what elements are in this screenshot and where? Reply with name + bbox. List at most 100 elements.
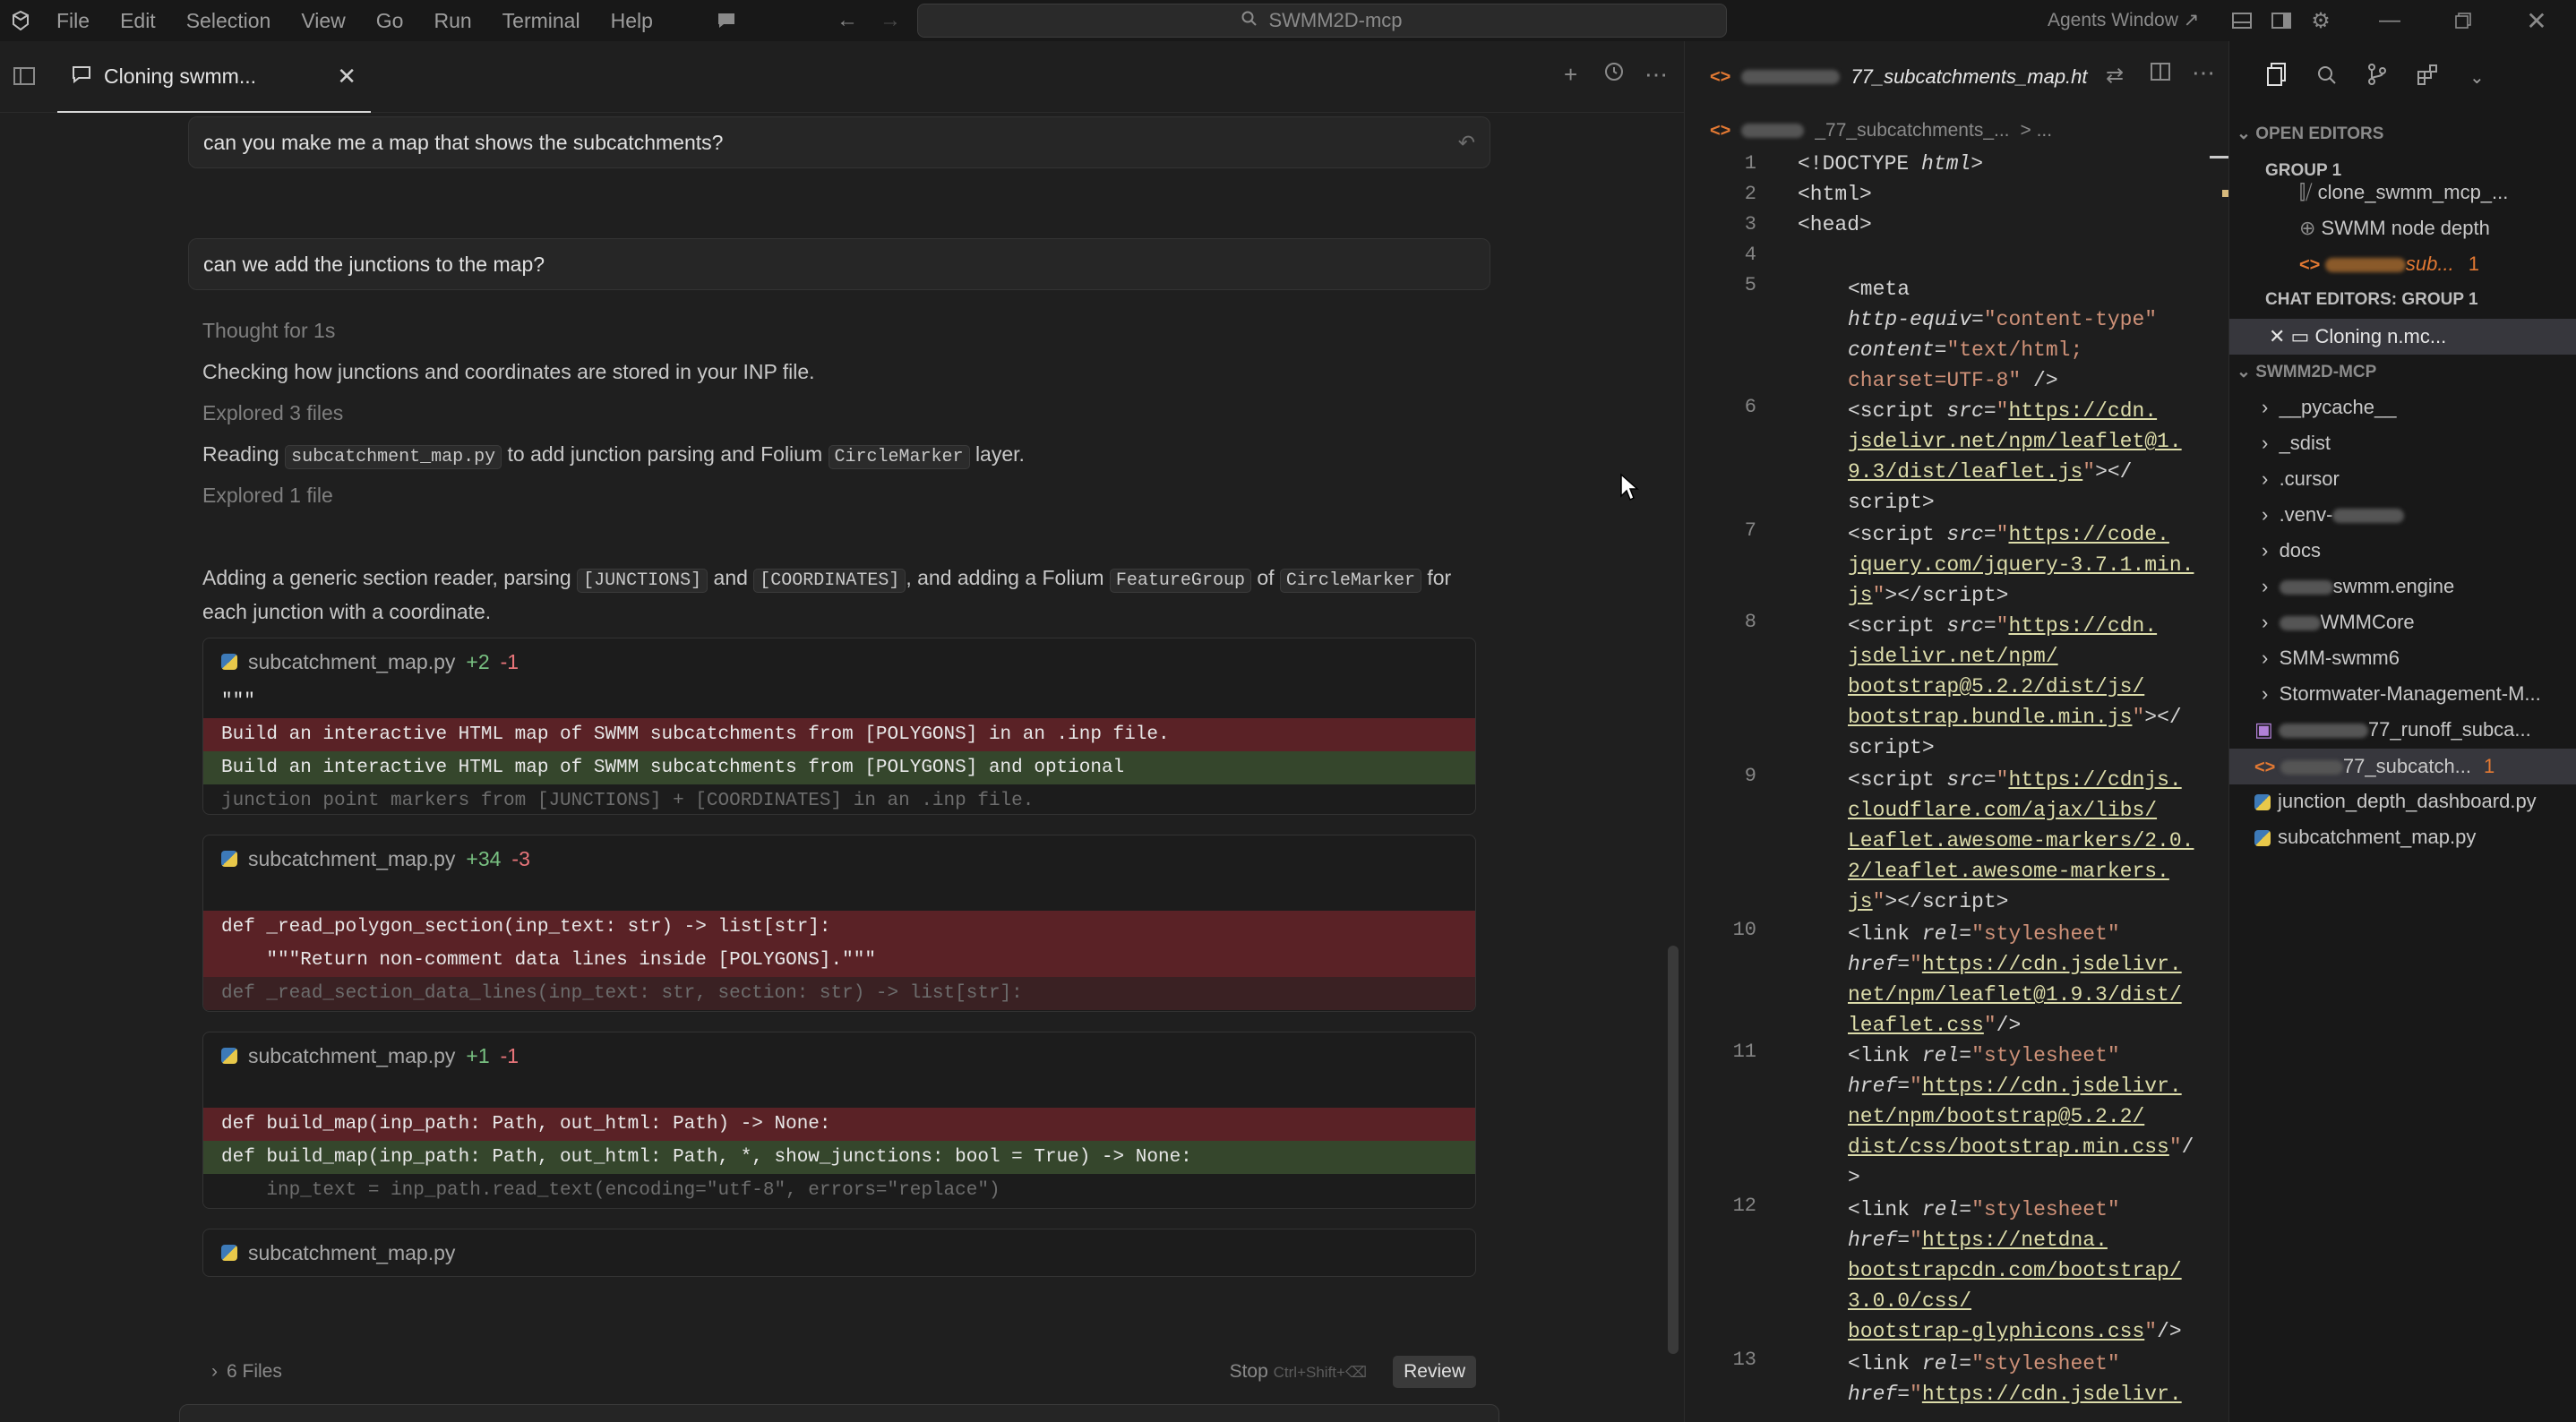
chevron-right-icon: ›: [2262, 503, 2280, 526]
history-icon[interactable]: [1603, 61, 1625, 89]
line-number: 4: [1744, 244, 1756, 266]
explored-status[interactable]: Explored 3 files: [202, 398, 343, 428]
open-changes-icon[interactable]: ⇄: [2106, 63, 2124, 89]
folder-item[interactable]: › WMMCore: [2262, 611, 2415, 634]
diff-header[interactable]: subcatchment_map.py: [203, 1229, 1475, 1276]
forward-arrow-icon[interactable]: →: [874, 0, 906, 41]
search-icon[interactable]: [2317, 64, 2337, 91]
gear-icon[interactable]: ⚙: [2306, 0, 2336, 41]
diff-card[interactable]: subcatchment_map.py +1 -1 def build_map(…: [202, 1032, 1476, 1209]
close-icon[interactable]: ✕: [2269, 325, 2291, 347]
folder-item[interactable]: › .cursor: [2262, 467, 2340, 491]
line-number: 13: [1732, 1349, 1756, 1371]
restore-icon[interactable]: ↶: [1458, 131, 1475, 155]
chevron-down-icon: ⌄: [2237, 124, 2256, 143]
menu-help[interactable]: Help: [596, 0, 668, 41]
chat-scrollbar[interactable]: [1668, 946, 1679, 1354]
open-editor-label: SWMM node depth: [2321, 217, 2490, 239]
open-editors-header[interactable]: ⌄ OPEN EDITORS: [2237, 124, 2383, 144]
sidebar-toggle-icon[interactable]: [9, 61, 39, 91]
maximize-icon[interactable]: [2436, 0, 2490, 41]
back-arrow-icon[interactable]: ←: [831, 0, 863, 41]
breadcrumb[interactable]: <> _77_subcatchments_... > ...: [1710, 113, 2052, 149]
followup-input-box[interactable]: [179, 1404, 1499, 1422]
diff-card[interactable]: subcatchment_map.py +34 -3 def _read_pol…: [202, 835, 1476, 1012]
search-icon: [1241, 9, 1258, 32]
folder-label: _sdist: [2279, 432, 2331, 454]
file-label: 77_subcatch...: [2342, 755, 2472, 777]
library-icon: ⫿⧸: [2299, 181, 2318, 203]
user-message[interactable]: can we add the junctions to the map?: [188, 238, 1490, 290]
breadcrumb-file[interactable]: _77_subcatchments_...: [1815, 120, 2009, 141]
command-center-search[interactable]: SWMM2D-mcp: [917, 4, 1727, 38]
diff-card[interactable]: subcatchment_map.py: [202, 1229, 1476, 1277]
menu-selection[interactable]: Selection: [171, 0, 287, 41]
python-file-icon: [221, 654, 237, 670]
explored-status[interactable]: Explored 1 file: [202, 480, 333, 510]
close-window-icon[interactable]: ✕: [2510, 0, 2563, 41]
folder-item[interactable]: › Stormwater-Management-M...: [2262, 682, 2541, 706]
chat-editor-item[interactable]: ✕ ▭ Cloning n.mc...: [2229, 319, 2576, 355]
folder-item[interactable]: › SMM-swmm6: [2262, 647, 2400, 670]
open-editor-item[interactable]: ⫿⧸ clone_swmm_mcp_...: [2299, 181, 2508, 204]
diff-header[interactable]: subcatchment_map.py +2 -1: [203, 638, 1475, 685]
extensions-icon[interactable]: [2417, 64, 2439, 91]
chat-editors-header[interactable]: CHAT EDITORS: GROUP 1: [2265, 290, 2478, 310]
file-item-active[interactable]: <> 77_subcatch... 1: [2229, 749, 2576, 784]
chevron-down-icon[interactable]: ⌄: [2469, 66, 2485, 89]
changed-files-count[interactable]: 6 Files: [227, 1361, 282, 1383]
folder-item[interactable]: › _sdist: [2262, 432, 2331, 455]
toggle-panel-icon[interactable]: [2227, 0, 2257, 41]
chevron-right-icon[interactable]: ›: [211, 1361, 218, 1383]
thought-time: for 1s: [283, 319, 336, 342]
breadcrumb-more[interactable]: > ...: [2021, 120, 2053, 141]
plus-icon[interactable]: +: [1564, 61, 1577, 89]
diff-header[interactable]: subcatchment_map.py +34 -3: [203, 835, 1475, 882]
user-message[interactable]: can you make me a map that shows the sub…: [188, 116, 1490, 168]
diff-spacer: [203, 1079, 1475, 1108]
files-icon[interactable]: [2267, 62, 2287, 92]
open-editor-item[interactable]: ⊕ SWMM node depth: [2299, 217, 2490, 240]
review-button[interactable]: Review: [1393, 1356, 1476, 1388]
minimize-icon[interactable]: —: [2363, 0, 2417, 41]
explored-count: 1 file: [289, 484, 333, 507]
chat-tab[interactable]: Cloning swmm... ✕: [57, 41, 371, 113]
html-file-icon: <>: [2299, 255, 2325, 275]
project-header[interactable]: ⌄ SWMM2D-MCP: [2237, 362, 2376, 382]
editor-tab[interactable]: <> 77_subcatchments_map.ht: [1685, 41, 2097, 113]
diff-line-added: junction point markers from [JUNCTIONS] …: [221, 791, 1035, 811]
menu-view[interactable]: View: [286, 0, 360, 41]
menu-run[interactable]: Run: [418, 0, 486, 41]
code-area[interactable]: 1 2 3 4 5 6 7 8 9 10 11 12 13 <!DOCTYPE …: [1685, 152, 2229, 1422]
chat-bubble-icon[interactable]: [713, 0, 740, 41]
folder-item[interactable]: › swmm.engine: [2262, 575, 2454, 598]
file-item[interactable]: junction_depth_dashboard.py: [2254, 790, 2537, 813]
followup-input[interactable]: [180, 1405, 1498, 1422]
group-header[interactable]: GROUP 1: [2265, 161, 2341, 181]
code-line: <script src="https://cdn. jsdelivr.net/n…: [1848, 399, 2182, 514]
more-icon[interactable]: ⋯: [1644, 61, 1668, 89]
thought-status[interactable]: Thought for 1s: [202, 315, 335, 346]
diff-card[interactable]: subcatchment_map.py +2 -1 """ Build an i…: [202, 638, 1476, 815]
diff-header[interactable]: subcatchment_map.py +1 -1: [203, 1032, 1475, 1079]
folder-item[interactable]: › docs: [2262, 539, 2321, 562]
file-item[interactable]: ▣ 77_runoff_subca...: [2254, 718, 2531, 741]
code-line: <html>: [1798, 183, 1872, 206]
menu-edit[interactable]: Edit: [105, 0, 171, 41]
file-item[interactable]: subcatchment_map.py: [2254, 826, 2476, 849]
close-icon[interactable]: ✕: [337, 63, 356, 90]
split-editor-icon[interactable]: [2151, 63, 2170, 85]
menu-file[interactable]: File: [41, 0, 105, 41]
folder-item[interactable]: › .venv-: [2262, 503, 2405, 527]
stop-button[interactable]: Stop Ctrl+Shift+⌫: [1230, 1361, 1367, 1383]
inline-code: CircleMarker: [828, 445, 970, 469]
menu-go[interactable]: Go: [361, 0, 419, 41]
open-editor-item[interactable]: <> sub... 1: [2299, 253, 2479, 276]
agents-window-link[interactable]: Agents Window ↗: [2048, 0, 2199, 41]
diff-additions: +34: [466, 846, 502, 870]
folder-item[interactable]: › __pycache__: [2262, 396, 2396, 419]
menu-terminal[interactable]: Terminal: [487, 0, 596, 41]
toggle-sidebar-icon[interactable]: [2266, 0, 2297, 41]
source-control-icon[interactable]: [2367, 63, 2387, 91]
more-icon[interactable]: ⋯: [2192, 59, 2215, 87]
